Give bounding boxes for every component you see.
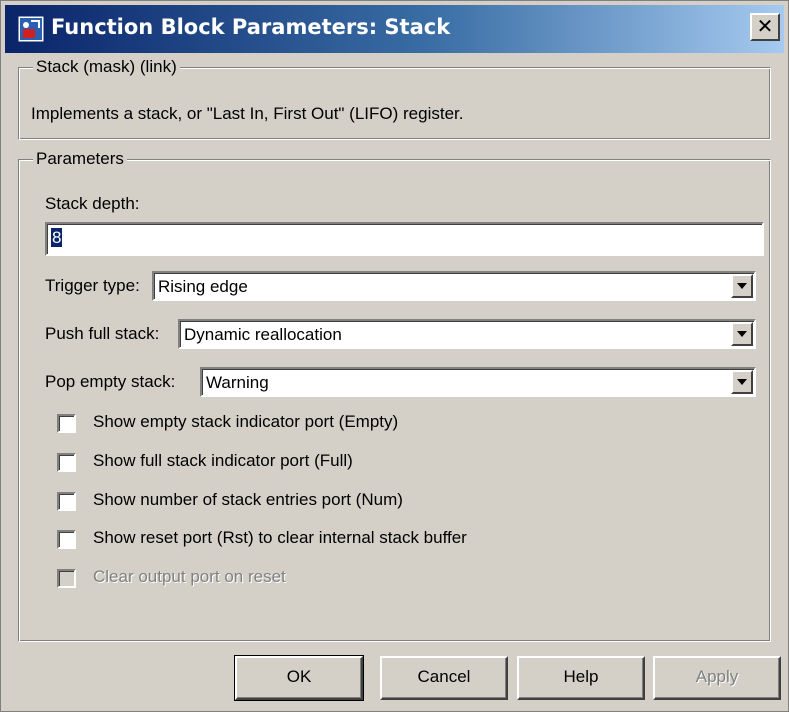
- stack-depth-value: 8: [51, 228, 63, 247]
- checkbox-label: Show empty stack indicator port (Empty): [93, 412, 399, 431]
- push-full-select[interactable]: Dynamic reallocation: [178, 319, 756, 349]
- window-title: Function Block Parameters: Stack: [51, 15, 451, 39]
- checkbox-label: Show reset port (Rst) to clear internal …: [93, 528, 467, 547]
- cancel-button[interactable]: Cancel: [380, 656, 508, 700]
- pop-empty-dropdown-button[interactable]: [731, 370, 753, 394]
- checkbox-clear-output-on-reset: Clear output port on reset: [57, 567, 457, 591]
- checkbox-box[interactable]: [57, 453, 76, 472]
- pop-empty-label: Pop empty stack:: [45, 372, 176, 391]
- checkbox-show-reset-port[interactable]: Show reset port (Rst) to clear internal …: [57, 528, 597, 552]
- mask-description-group: Stack (mask) (link) Implements a stack, …: [18, 57, 771, 140]
- parameters-group: Parameters Stack depth: 8 Trigger type: …: [18, 149, 771, 642]
- simulink-block-icon: [17, 15, 45, 43]
- trigger-type-value: Rising edge: [158, 277, 248, 296]
- chevron-down-icon: [737, 331, 747, 337]
- stack-depth-label: Stack depth:: [45, 194, 140, 213]
- close-icon: ✕: [756, 14, 774, 38]
- checkbox-label: Clear output port on reset: [93, 567, 286, 586]
- pop-empty-value: Warning: [206, 373, 269, 392]
- trigger-type-select[interactable]: Rising edge: [152, 271, 756, 301]
- checkbox-label: Show full stack indicator port (Full): [93, 451, 353, 470]
- trigger-type-label: Trigger type:: [45, 276, 140, 295]
- push-full-label: Push full stack:: [45, 324, 160, 343]
- chevron-down-icon: [737, 283, 747, 289]
- mask-description: Implements a stack, or "Last In, First O…: [31, 104, 464, 123]
- apply-button: Apply: [653, 656, 781, 700]
- parameters-group-legend: Parameters: [33, 149, 127, 169]
- checkbox-show-num-port[interactable]: Show number of stack entries port (Num): [57, 490, 557, 514]
- close-button[interactable]: ✕: [750, 13, 780, 41]
- mask-group-legend: Stack (mask) (link): [33, 57, 180, 77]
- push-full-dropdown-button[interactable]: [731, 322, 753, 346]
- help-button[interactable]: Help: [517, 656, 645, 700]
- checkbox-box: [57, 569, 76, 588]
- ok-button[interactable]: OK: [234, 655, 364, 701]
- checkbox-label: Show number of stack entries port (Num): [93, 490, 403, 509]
- checkbox-box[interactable]: [57, 492, 76, 511]
- push-full-value: Dynamic reallocation: [184, 325, 342, 344]
- trigger-type-dropdown-button[interactable]: [731, 274, 753, 298]
- checkbox-show-empty-port[interactable]: Show empty stack indicator port (Empty): [57, 412, 557, 436]
- dialog-window: Function Block Parameters: Stack ✕ Stack…: [0, 0, 789, 712]
- chevron-down-icon: [737, 379, 747, 385]
- pop-empty-select[interactable]: Warning: [200, 367, 756, 397]
- checkbox-show-full-port[interactable]: Show full stack indicator port (Full): [57, 451, 557, 475]
- checkbox-box[interactable]: [57, 414, 76, 433]
- title-bar[interactable]: Function Block Parameters: Stack ✕: [5, 5, 784, 53]
- stack-depth-input[interactable]: 8: [45, 222, 764, 256]
- checkbox-box[interactable]: [57, 530, 76, 549]
